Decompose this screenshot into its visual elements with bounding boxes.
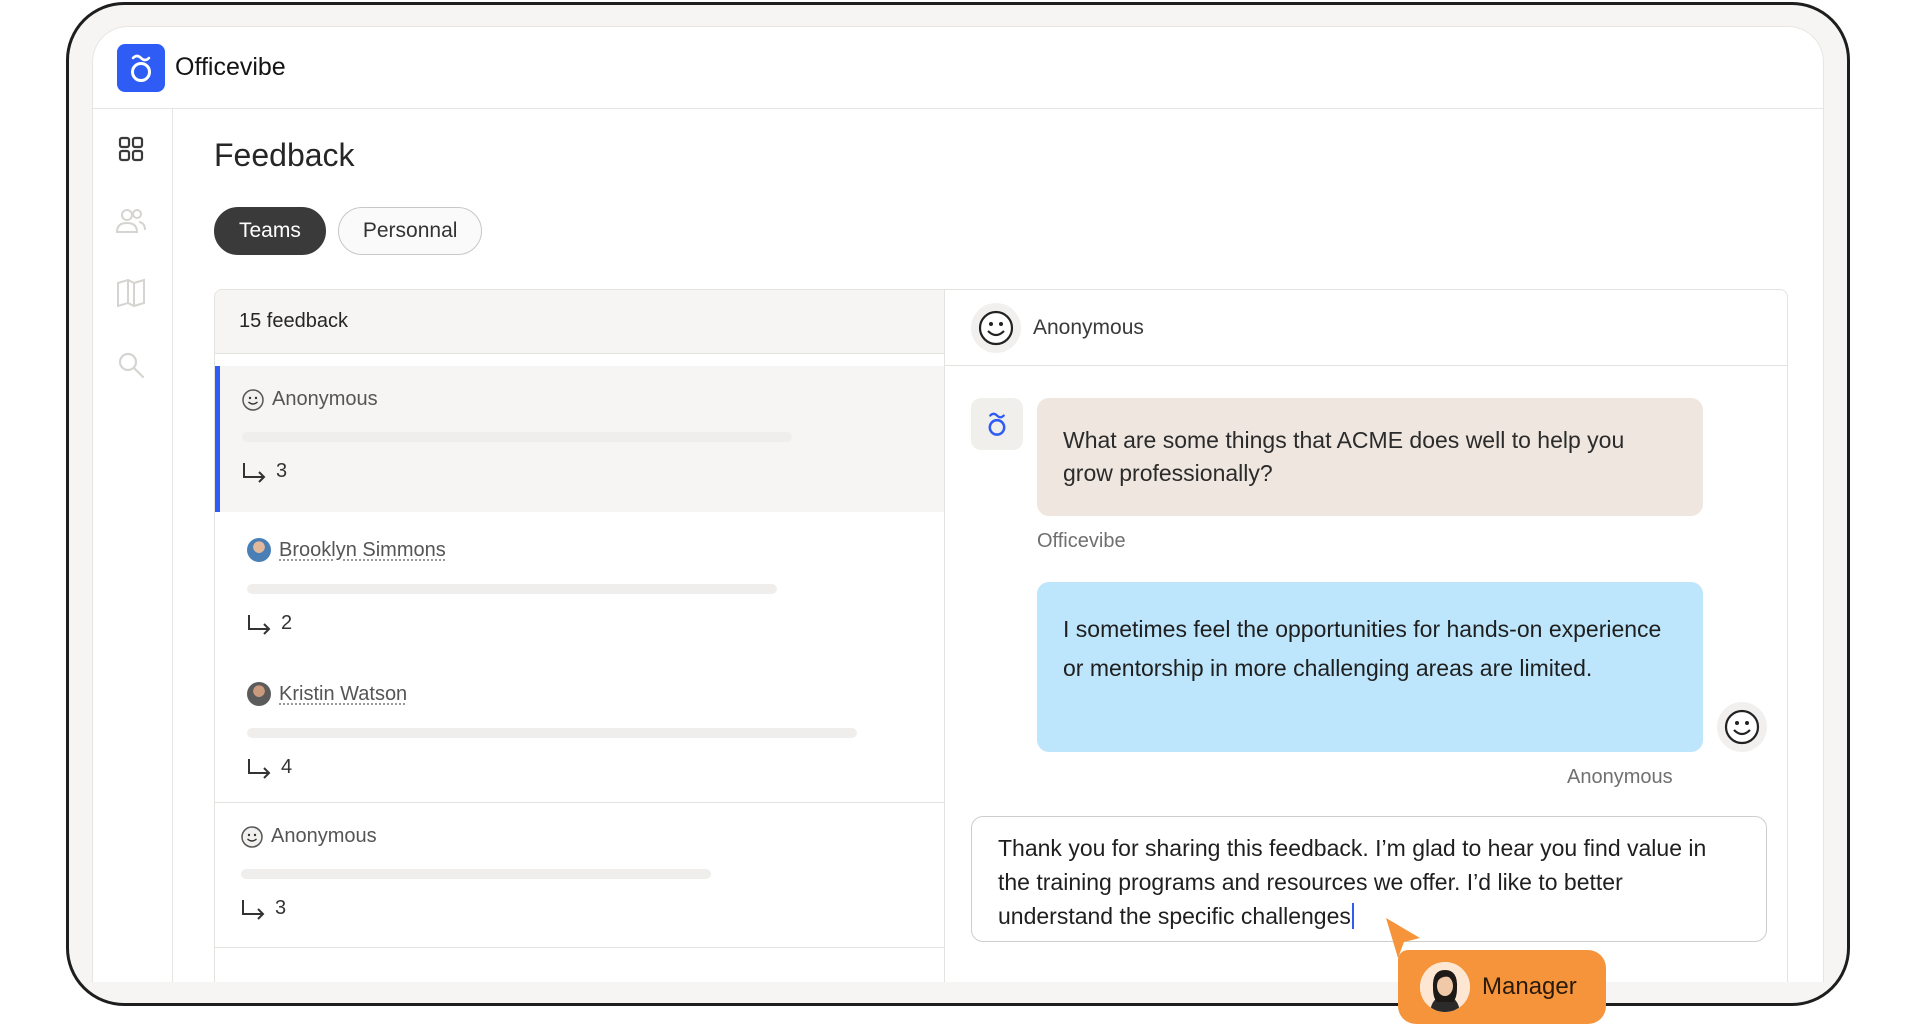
avatar [1420,962,1470,1012]
list-item[interactable]: Anonymous 3 [215,803,944,947]
top-bar: Officevibe [93,27,1823,109]
avatar [247,538,271,562]
page-title: Feedback [214,137,355,173]
feedback-count: 15 feedback [215,290,944,354]
sidebar [93,109,173,982]
reply-icon [248,614,271,635]
tab-bar: Teams Personnal [214,207,483,255]
question-bubble: What are some things that ACME does well… [1037,398,1703,516]
reply-icon [242,899,265,920]
officevibe-logo-icon [971,398,1023,450]
preview-placeholder [247,584,777,594]
list-item-author: Brooklyn Simmons [247,538,446,562]
preview-placeholder [242,432,792,442]
text-caret [1351,903,1354,929]
list-item-author: Anonymous [242,388,378,411]
app-window: Officevibe Feedback Teams Personnal 15 f… [92,26,1824,982]
reply-icon [248,758,271,779]
preview-placeholder [247,728,857,738]
manager-label: Manager [1482,973,1577,1000]
tab-teams[interactable]: Teams [214,207,326,255]
smiley-icon [1717,702,1767,752]
preview-placeholder [241,869,711,879]
officevibe-logo-icon[interactable] [117,43,165,92]
reply-count: 3 [242,460,287,483]
list-item[interactable]: Anonymous 3 [215,366,944,512]
smiley-icon [971,302,1021,353]
reply-count: 3 [241,897,286,920]
people-icon[interactable] [113,203,149,239]
answer-bubble: I sometimes feel the opportunities for h… [1037,582,1703,752]
list-item[interactable]: Kristin Watson 4 [215,656,944,802]
smiley-icon [242,388,264,411]
reply-icon [243,462,266,483]
list-item-author: Anonymous [241,825,377,848]
book-icon[interactable] [113,275,149,311]
divider [215,947,944,948]
conversation-panel: Anonymous What are some things that ACME… [945,290,1787,982]
question-author: Officevibe [1037,530,1126,552]
reply-count: 2 [247,612,292,635]
tab-personnal[interactable]: Personnal [337,207,483,255]
list-item-author: Kristin Watson [247,682,407,706]
avatar [247,682,271,706]
reply-count: 4 [247,756,292,779]
conversation-author: Anonymous [1033,315,1144,339]
feedback-panel: 15 feedback Anonymous 3 Brooklyn Simmons… [214,289,1788,982]
reply-input[interactable]: Thank you for sharing this feedback. I’m… [971,816,1767,942]
search-icon[interactable] [113,347,149,383]
answer-author: Anonymous [1567,766,1673,788]
main-content: Feedback Teams Personnal 15 feedback Ano… [173,109,1823,982]
manager-cursor-tag: Manager [1398,950,1606,1024]
smiley-icon [241,825,263,848]
brand-name: Officevibe [175,53,286,81]
grid-icon[interactable] [113,131,149,167]
feedback-list: 15 feedback Anonymous 3 Brooklyn Simmons… [215,290,945,982]
conversation-header: Anonymous [945,290,1787,366]
list-item[interactable]: Brooklyn Simmons 2 [215,512,944,656]
